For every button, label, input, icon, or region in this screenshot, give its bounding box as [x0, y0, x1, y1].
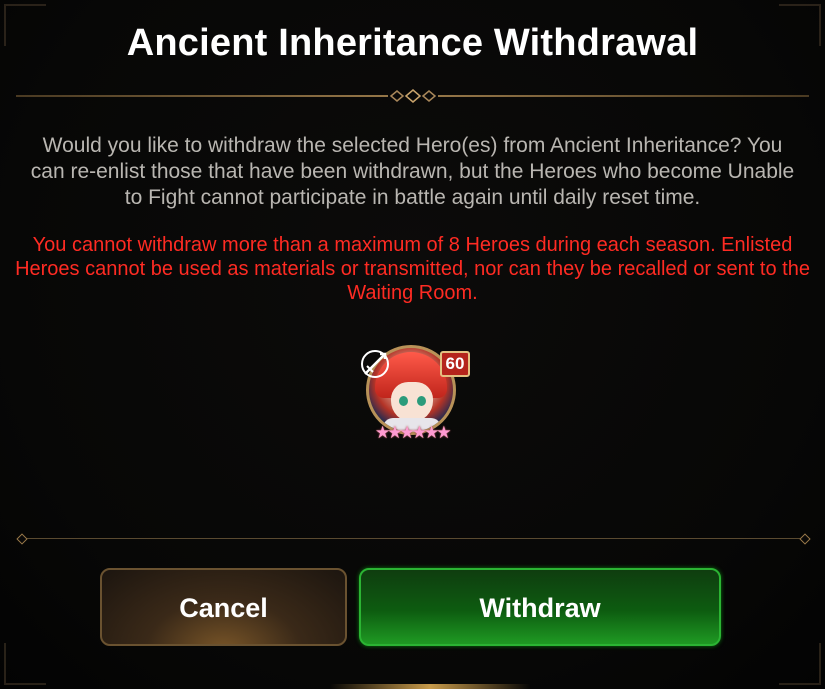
hero-card[interactable]: 60 ★★★★★★ [360, 345, 470, 450]
withdrawal-dialog: Ancient Inheritance Withdrawal Would you… [0, 0, 825, 689]
withdraw-button[interactable]: Withdraw [359, 568, 721, 646]
withdraw-description: Would you like to withdraw the selected … [30, 134, 795, 209]
corner-ornament [4, 643, 46, 685]
dialog-title: Ancient Inheritance Withdrawal [126, 22, 699, 64]
corner-ornament [779, 643, 821, 685]
hero-star-rating: ★★★★★★ [375, 423, 451, 442]
hero-level-badge: 60 [440, 351, 470, 377]
ranger-class-icon [361, 350, 389, 378]
divider-end-icon [799, 533, 811, 545]
withdraw-warning: You cannot withdraw more than a maximum … [15, 234, 810, 304]
bottom-glow [330, 684, 530, 689]
footer-divider [20, 538, 810, 539]
hero-eye [417, 396, 426, 406]
divider-end-icon [16, 533, 28, 545]
cancel-button[interactable]: Cancel [100, 568, 347, 646]
divider-ornament-icon [388, 89, 438, 103]
hero-eye [399, 396, 408, 406]
hero-face [391, 382, 433, 422]
